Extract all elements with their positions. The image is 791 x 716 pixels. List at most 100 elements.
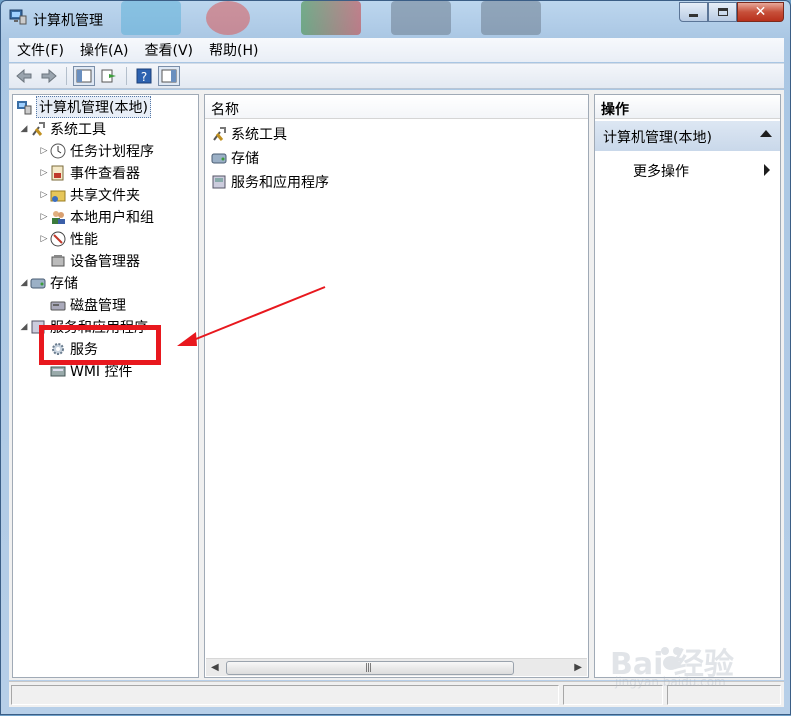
minimize-button[interactable] (679, 2, 708, 22)
list-item-label: 系统工具 (231, 127, 287, 143)
tree-item-device-manager[interactable]: 设备管理器 (50, 251, 140, 271)
list-item[interactable]: 服务和应用程序 (211, 171, 329, 193)
export-list-icon (101, 69, 116, 83)
menu-bar: 文件(F) 操作(A) 查看(V) 帮助(H) (9, 38, 784, 62)
console-tree-icon (76, 69, 92, 83)
status-cell (11, 685, 559, 705)
storage-icon (211, 153, 227, 164)
svg-text:?: ? (141, 70, 147, 84)
actions-section-label: 计算机管理(本地) (603, 130, 712, 146)
list-item[interactable]: 存储 (211, 147, 259, 169)
help-button[interactable]: ? (133, 66, 155, 86)
background-ghost (121, 1, 181, 35)
tree-item-label: 设备管理器 (70, 254, 140, 270)
horizontal-scrollbar[interactable]: ◀ ||| ▶ (206, 658, 587, 676)
watermark-url: jingyan.baidu.com (615, 675, 726, 689)
tree-item-performance[interactable]: ▷ 性能 (38, 229, 98, 249)
export-list-button[interactable] (98, 66, 120, 86)
list-item-label: 存储 (231, 151, 259, 167)
menu-action[interactable]: 操作(A) (72, 40, 137, 60)
background-ghost (481, 1, 541, 35)
highlight-box (39, 325, 161, 365)
actions-title: 操作 (595, 95, 780, 119)
tree-item-event-viewer[interactable]: ▷ 事件查看器 (38, 163, 140, 183)
collapsed-arrow-icon: ▷ (40, 168, 48, 178)
menu-help[interactable]: 帮助(H) (201, 40, 266, 60)
storage-icon (30, 278, 46, 289)
toolbar: ? (9, 63, 784, 89)
tree-item-label: 磁盘管理 (70, 298, 126, 314)
watermark: Bai 经验 jingyan.baidu.com (595, 637, 755, 689)
shared-folder-icon (50, 190, 66, 202)
background-ghost (391, 1, 451, 35)
minimize-icon (689, 13, 698, 17)
tree-item-label: 本地用户和组 (70, 210, 154, 226)
grip-icon: ||| (365, 663, 372, 673)
maximize-icon (717, 8, 728, 16)
list-item[interactable]: 系统工具 (211, 123, 287, 145)
toolbar-separator (126, 67, 127, 85)
tree-item-label: 事件查看器 (70, 166, 140, 182)
results-list-pane[interactable]: 名称 系统工具 存储 服务和应用程序 ◀ ||| ▶ (204, 94, 589, 678)
clock-icon (50, 143, 66, 159)
expanded-arrow-icon: ◢ (20, 278, 28, 288)
scroll-right-icon[interactable]: ▶ (574, 662, 582, 673)
tree-item-system-tools[interactable]: ◢ 系统工具 (18, 119, 106, 139)
actions-section-header[interactable]: 计算机管理(本地) (595, 121, 780, 151)
tree-item-label: 系统工具 (50, 122, 106, 138)
tree-item-storage[interactable]: ◢ 存储 (18, 273, 78, 293)
window-title: 计算机管理 (33, 13, 103, 29)
tree-item-label: 任务计划程序 (70, 144, 154, 160)
scroll-left-icon[interactable]: ◀ (211, 662, 219, 673)
submenu-arrow-icon (764, 164, 770, 176)
scroll-thumb[interactable]: ||| (226, 661, 514, 675)
tree-item-task-scheduler[interactable]: ▷ 任务计划程序 (38, 141, 154, 161)
column-header-name[interactable]: 名称 (205, 95, 588, 119)
device-manager-icon (51, 255, 65, 267)
tree-item-label: 性能 (70, 232, 98, 248)
tree-item-shared-folders[interactable]: ▷ 共享文件夹 (38, 185, 140, 205)
tree-item-label: 共享文件夹 (70, 188, 140, 204)
collapsed-arrow-icon: ▷ (40, 212, 48, 222)
computer-management-icon (17, 101, 32, 115)
title-bar[interactable]: 计算机管理 ✕ (1, 1, 790, 35)
expanded-arrow-icon: ◢ (20, 124, 28, 134)
disk-icon (50, 301, 66, 311)
show-hide-tree-button[interactable] (73, 66, 95, 86)
tree-item-label: 计算机管理(本地) (36, 96, 151, 118)
close-button[interactable]: ✕ (737, 2, 784, 22)
forward-button[interactable] (38, 66, 60, 86)
tree-item-disk-management[interactable]: 磁盘管理 (50, 295, 126, 315)
maximize-button[interactable] (708, 2, 737, 22)
event-log-icon (51, 165, 64, 181)
toolbar-separator (66, 67, 67, 85)
computer-management-window: 计算机管理 ✕ 文件(F) 操作(A) 查看(V) 帮助(H) ? 计算机管理(… (0, 0, 791, 715)
show-hide-action-pane-button[interactable] (158, 66, 180, 86)
background-ghost (301, 1, 361, 35)
collapse-up-icon[interactable] (760, 130, 772, 137)
back-button[interactable] (13, 66, 35, 86)
action-pane-icon (161, 69, 177, 83)
help-icon: ? (136, 68, 152, 84)
back-arrow-icon (16, 69, 32, 83)
users-icon (52, 211, 65, 224)
collapsed-arrow-icon: ▷ (40, 146, 48, 156)
computer-management-icon (9, 9, 27, 25)
forward-arrow-icon (41, 69, 57, 83)
tree-item-label: 存储 (50, 276, 78, 292)
background-ghost (206, 1, 250, 35)
list-item-label: 服务和应用程序 (231, 175, 329, 191)
wmi-control-icon (50, 366, 66, 377)
performance-icon (50, 231, 66, 247)
tree-item-local-users[interactable]: ▷ 本地用户和组 (38, 207, 154, 227)
menu-file[interactable]: 文件(F) (9, 40, 72, 60)
collapsed-arrow-icon: ▷ (40, 234, 48, 244)
tree-item-root[interactable]: 计算机管理(本地) (16, 96, 151, 118)
menu-view[interactable]: 查看(V) (137, 40, 202, 60)
main-content: 计算机管理(本地) ◢ 系统工具 ▷ 任务计划程序 ▷ 事件查看器 ▷ 共享文件… (9, 90, 784, 680)
close-icon: ✕ (754, 4, 767, 20)
expanded-arrow-icon: ◢ (20, 322, 28, 332)
tools-icon (32, 122, 45, 136)
console-tree-pane[interactable]: 计算机管理(本地) ◢ 系统工具 ▷ 任务计划程序 ▷ 事件查看器 ▷ 共享文件… (12, 94, 199, 678)
more-actions-item[interactable]: 更多操作 (633, 161, 689, 181)
